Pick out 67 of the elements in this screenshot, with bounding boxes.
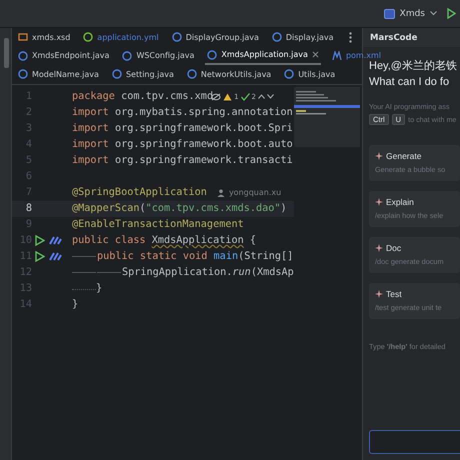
code-line: @SpringBootApplication xyxy=(72,187,207,198)
close-icon[interactable] xyxy=(312,51,319,58)
command-name: Test xyxy=(386,289,402,299)
m-letter-icon xyxy=(332,50,342,61)
code-line: import org.springframework.boot.auto xyxy=(72,139,293,150)
ring-icon xyxy=(83,32,94,42)
chevron-down-icon[interactable] xyxy=(267,94,274,99)
run-icon[interactable] xyxy=(35,251,45,262)
file-tab[interactable]: Setting.java xyxy=(110,65,176,84)
run-icon[interactable] xyxy=(35,235,45,246)
sparkle-icon xyxy=(375,152,383,160)
code-line: @EnableTransactionManagement xyxy=(72,219,244,230)
code-line: } xyxy=(72,283,102,294)
file-tab[interactable]: WSConfig.java xyxy=(120,46,196,65)
code-line: public static void main(String[] xyxy=(72,251,294,262)
sparkle-icon xyxy=(375,198,383,206)
file-tab[interactable]: ModelName.java xyxy=(16,65,101,84)
greeting-text: Hey,@米兰的老铁 xyxy=(369,60,458,74)
file-tab[interactable]: Display.java xyxy=(270,28,336,46)
slash-icon[interactable] xyxy=(49,236,62,245)
class-icon xyxy=(284,69,294,80)
file-tab[interactable]: application.yml xyxy=(81,28,161,46)
chevron-up-icon[interactable] xyxy=(258,94,266,99)
sparkle-icon xyxy=(375,290,383,298)
class-icon xyxy=(18,50,28,61)
run-icon[interactable] xyxy=(447,8,456,19)
file-tab[interactable]: XmdsEndpoint.java xyxy=(16,46,112,65)
person-icon xyxy=(216,188,225,196)
class-icon xyxy=(207,50,218,60)
file-tab[interactable]: DisplayGroup.java xyxy=(170,28,261,46)
greeting-text: What can I do fo xyxy=(369,75,450,90)
code-line: public class XmdsApplication { xyxy=(72,235,256,246)
file-icon xyxy=(18,32,28,42)
window-icon xyxy=(384,8,395,18)
class-icon xyxy=(272,32,282,42)
code-minimap[interactable] xyxy=(294,86,360,146)
file-tab[interactable]: NetworkUtils.java xyxy=(184,65,274,84)
command-name: Generate xyxy=(386,151,422,161)
file-tab[interactable]: XmdsApplication.java xyxy=(205,46,321,65)
code-line: import org.springframework.transacti xyxy=(72,155,293,166)
command-name: Doc xyxy=(386,243,402,253)
code-line: import org.mybatis.spring.annotation xyxy=(72,107,293,118)
class-icon xyxy=(172,32,182,42)
eye-off-icon[interactable] xyxy=(211,92,222,100)
class-icon xyxy=(18,69,28,80)
chevron-down-icon xyxy=(430,11,437,16)
code-line: import org.springframework.boot.Spri xyxy=(72,123,293,134)
code-line: @MapperScan("com.tpv.cms.xmds.dao") xyxy=(72,203,287,214)
line-number: 8 xyxy=(24,203,32,214)
class-icon xyxy=(112,69,122,80)
warning-icon[interactable] xyxy=(223,92,232,100)
check-icon[interactable] xyxy=(240,92,250,100)
class-icon xyxy=(186,69,197,80)
chat-input[interactable] xyxy=(369,430,460,454)
file-tab[interactable]: Utils.java xyxy=(282,65,338,84)
code-line: SpringApplication.run(XmdsAp xyxy=(72,267,294,278)
file-tab[interactable]: xmds.xsd xyxy=(16,28,72,46)
slash-icon[interactable] xyxy=(49,252,62,261)
scrollbar[interactable] xyxy=(4,38,9,68)
code-line: } xyxy=(72,299,78,310)
author-hint[interactable]: yongquan.xu xyxy=(228,188,282,197)
command-name: Explain xyxy=(386,197,414,207)
code-line: package com.tpv.cms.xmd xyxy=(72,91,214,102)
sparkle-icon xyxy=(375,244,383,252)
more-icon[interactable] xyxy=(349,32,352,43)
project-selector[interactable]: Xmds xyxy=(384,8,437,18)
class-icon xyxy=(122,50,132,61)
